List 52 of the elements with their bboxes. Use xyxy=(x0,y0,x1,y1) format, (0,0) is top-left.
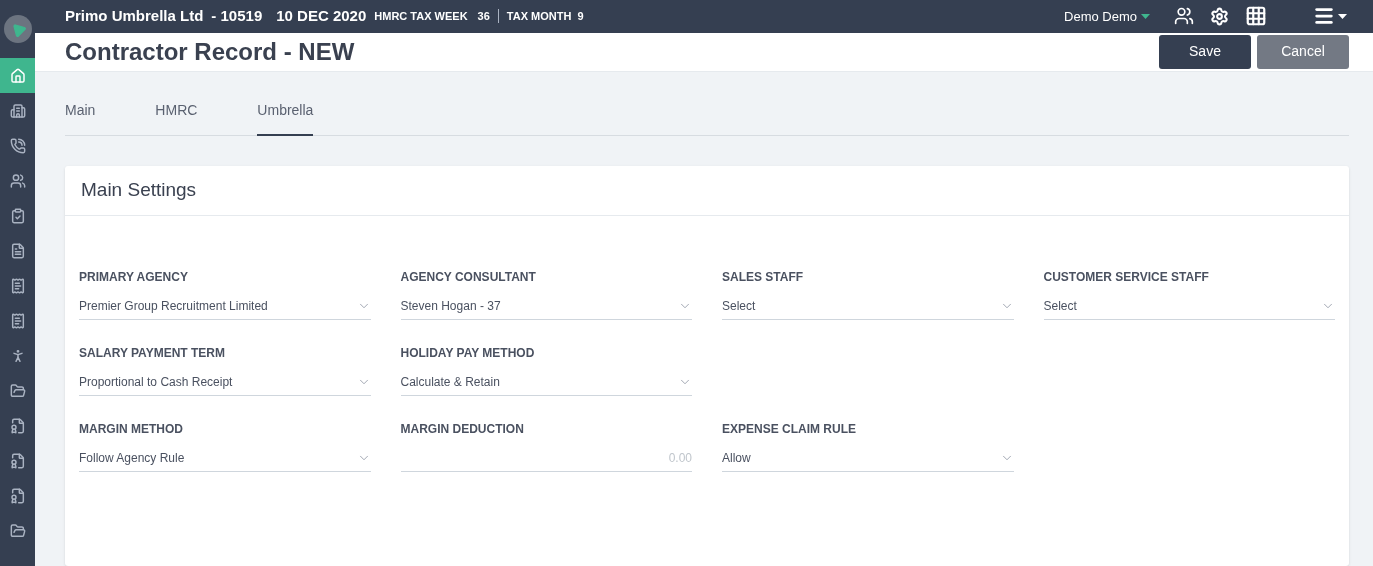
caret-icon xyxy=(1141,13,1150,19)
card-title: Main Settings xyxy=(81,178,197,203)
tax-month: 9 xyxy=(577,9,584,25)
caret-icon xyxy=(1338,13,1347,19)
receipt-icon xyxy=(9,312,26,329)
users-icon xyxy=(9,172,26,189)
select-field[interactable]: Premier Group Recruitment Limited xyxy=(79,296,371,320)
field-label: HOLIDAY PAY METHOD xyxy=(400,345,536,362)
select-field[interactable]: Allow xyxy=(722,448,1014,472)
select-field[interactable]: Select xyxy=(1043,296,1335,320)
clipboard-icon xyxy=(9,207,26,224)
save-button[interactable]: Save xyxy=(1159,34,1251,69)
field-label: EXPENSE CLAIM RULE xyxy=(722,421,857,438)
cancel-button[interactable]: Cancel xyxy=(1257,34,1349,69)
tax-week-label: HMRC TAX WEEK xyxy=(374,9,468,25)
building-icon xyxy=(9,102,26,119)
field-label: PRIMARY AGENCY xyxy=(79,269,189,286)
home-icon xyxy=(9,67,26,84)
folder-icon xyxy=(9,522,26,539)
field-label: AGENCY CONSULTANT xyxy=(400,269,537,286)
tab[interactable]: Main xyxy=(65,96,96,136)
logo-icon[interactable] xyxy=(3,15,32,43)
receipt-icon xyxy=(9,277,26,294)
company-number: - 10519 xyxy=(211,6,263,27)
company-name: Primo Umbrella Ltd xyxy=(65,6,204,27)
date: 10 DEC 2020 xyxy=(276,6,367,27)
input-field[interactable]: 0.00 xyxy=(400,448,692,472)
select-field[interactable]: Follow Agency Rule xyxy=(79,448,371,472)
grid-icon[interactable] xyxy=(1245,5,1267,28)
field-label: SALARY PAYMENT TERM xyxy=(79,345,226,362)
users-icon[interactable] xyxy=(1174,6,1194,27)
document-icon xyxy=(9,417,26,434)
select-field[interactable]: Proportional to Cash Receipt xyxy=(79,372,371,396)
field-label: CUSTOMER SERVICE STAFF xyxy=(1043,269,1210,286)
select-field[interactable]: Calculate & Retain xyxy=(400,372,692,396)
field-label: MARGIN METHOD xyxy=(79,421,184,438)
tab[interactable]: HMRC xyxy=(155,96,198,136)
user-menu[interactable]: Demo Demo xyxy=(1064,6,1150,27)
folder-icon xyxy=(9,382,26,399)
tax-month-label: TAX MONTH xyxy=(506,9,572,25)
phone-icon xyxy=(9,137,26,154)
document-icon xyxy=(9,487,26,504)
tab[interactable]: Umbrella xyxy=(257,96,314,136)
field-label: SALES STAFF xyxy=(722,269,805,286)
tax-week: 36 xyxy=(477,9,490,25)
page-title: Contractor Record - NEW xyxy=(65,36,355,67)
select-field[interactable]: Steven Hogan - 37 xyxy=(400,296,692,320)
document-icon xyxy=(9,242,26,259)
field-label: MARGIN DEDUCTION xyxy=(400,421,525,438)
document-icon xyxy=(9,452,26,469)
select-field[interactable]: Select xyxy=(722,296,1014,320)
settings-icon[interactable] xyxy=(1210,6,1229,26)
